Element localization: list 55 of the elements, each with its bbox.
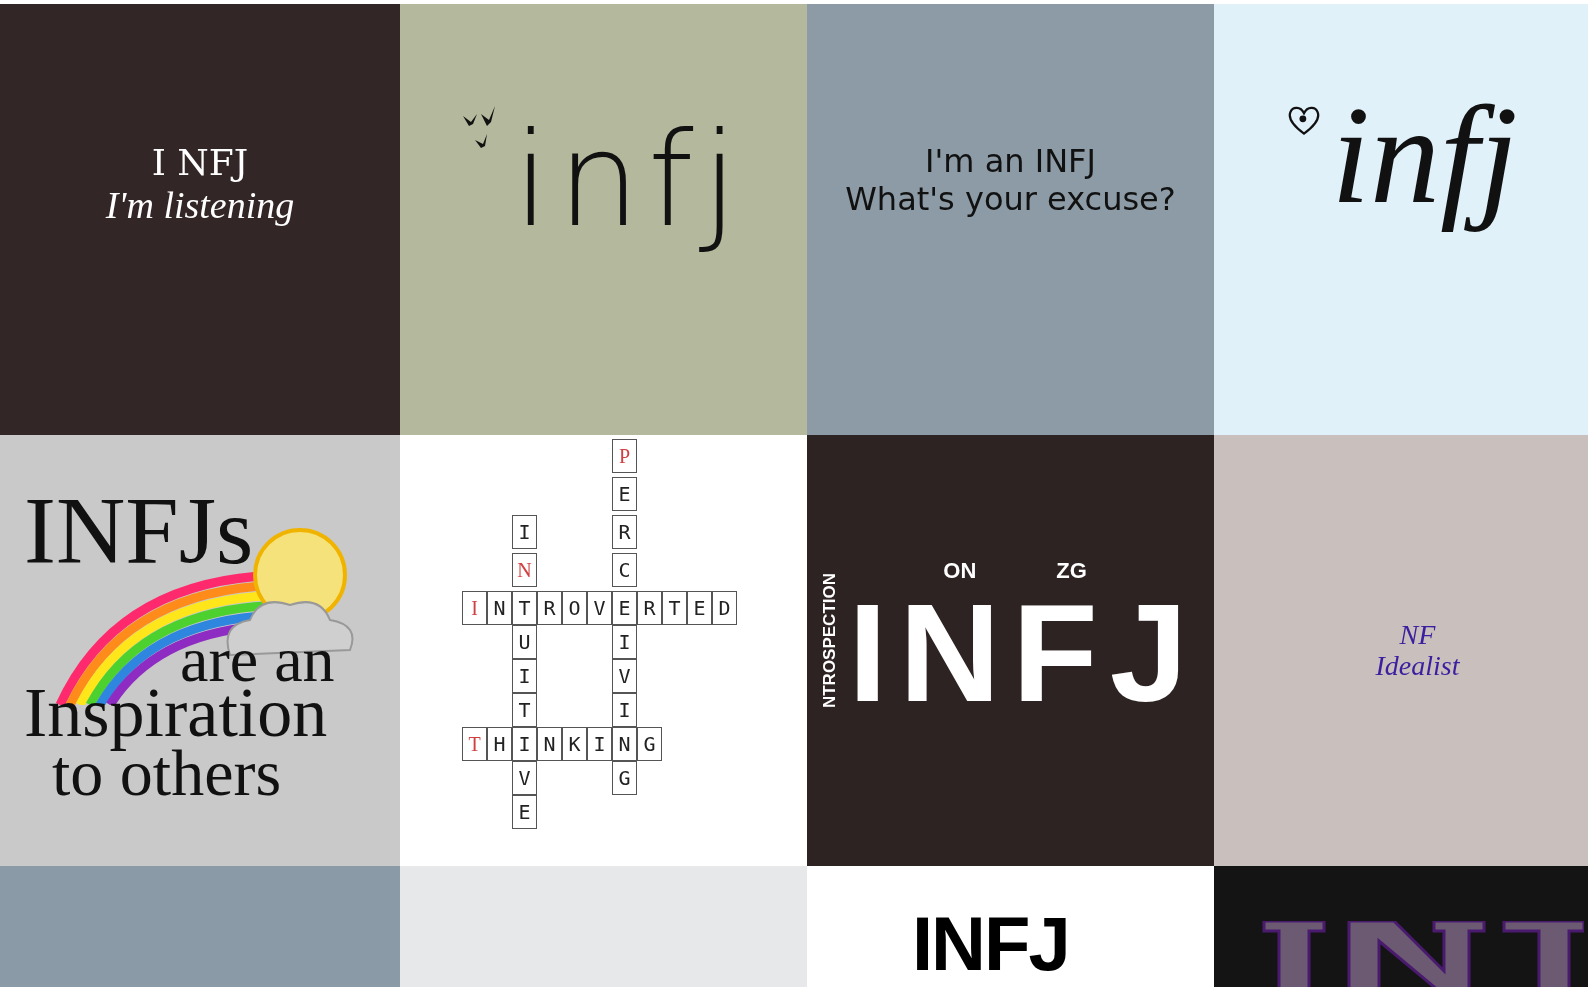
crossword-cell: H: [487, 727, 512, 761]
design-title: I NFJ: [151, 142, 249, 183]
design-tile[interactable]: infj: [1214, 4, 1588, 435]
design-caption: Idealist: [1375, 650, 1460, 682]
crossword-cell: T: [512, 591, 537, 625]
crossword-cell: V: [587, 591, 612, 625]
crossword-cell: G: [612, 761, 637, 795]
crossword-cell: I: [512, 515, 537, 549]
crossword-cell: R: [537, 591, 562, 625]
crossword-cell: V: [612, 659, 637, 693]
design-text: ON: [943, 558, 977, 583]
crossword-cell: I: [462, 591, 487, 625]
crossword-cell: O: [562, 591, 587, 625]
design-tile[interactable]: NF Idealist: [1214, 435, 1588, 866]
crossword-cell: N: [487, 591, 512, 625]
crossword-cell: C: [612, 553, 637, 587]
design-caption: What's your excuse?: [845, 179, 1176, 218]
crossword-cell: G: [637, 727, 662, 761]
crossword-cell: I: [587, 727, 612, 761]
crossword-cell: U: [512, 625, 537, 659]
crossword-cell: E: [612, 477, 637, 511]
heart-icon: [1287, 104, 1322, 136]
crossword-cell: T: [662, 591, 687, 625]
crossword-cell: E: [687, 591, 712, 625]
crossword-cell: D: [712, 591, 737, 625]
crossword-cell: I: [612, 693, 637, 727]
crossword-cell: T: [462, 727, 487, 761]
design-tile[interactable]: NTROSPECTION ON ZG INFJ: [807, 435, 1214, 866]
crossword-cell: I: [512, 727, 537, 761]
crossword-cell: N: [512, 553, 537, 587]
crossword-cell: R: [637, 591, 662, 625]
crossword-cell: R: [612, 515, 637, 549]
design-title: INFJ: [912, 906, 1069, 982]
crossword-cell: V: [512, 761, 537, 795]
design-title: INFJs: [24, 476, 254, 586]
design-title: INFJ: [848, 582, 1200, 723]
design-tile[interactable]: I'm an INFJ What's your excuse?: [807, 4, 1214, 435]
design-tile[interactable]: infj: [400, 4, 807, 435]
crossword-cell: E: [612, 591, 637, 625]
design-tile[interactable]: I NFJ I'm listening: [0, 4, 400, 435]
design-text: ZG: [1056, 558, 1087, 583]
design-caption: I'm listening: [105, 183, 295, 227]
design-title: NF: [1399, 619, 1436, 651]
design-title: infj: [513, 103, 746, 256]
crossword-cell: E: [512, 795, 537, 829]
crossword-cell: I: [512, 659, 537, 693]
crossword-cell: T: [512, 693, 537, 727]
crossword-cell: K: [562, 727, 587, 761]
design-title: infj: [1330, 76, 1519, 234]
crossword-cell: N: [612, 727, 637, 761]
crossword-cell: I: [612, 625, 637, 659]
crossword-cell: N: [537, 727, 562, 761]
crossword-cell: P: [612, 439, 637, 473]
design-text: NTROSPECTION: [821, 572, 839, 709]
design-title: I'm an INFJ: [925, 141, 1096, 180]
